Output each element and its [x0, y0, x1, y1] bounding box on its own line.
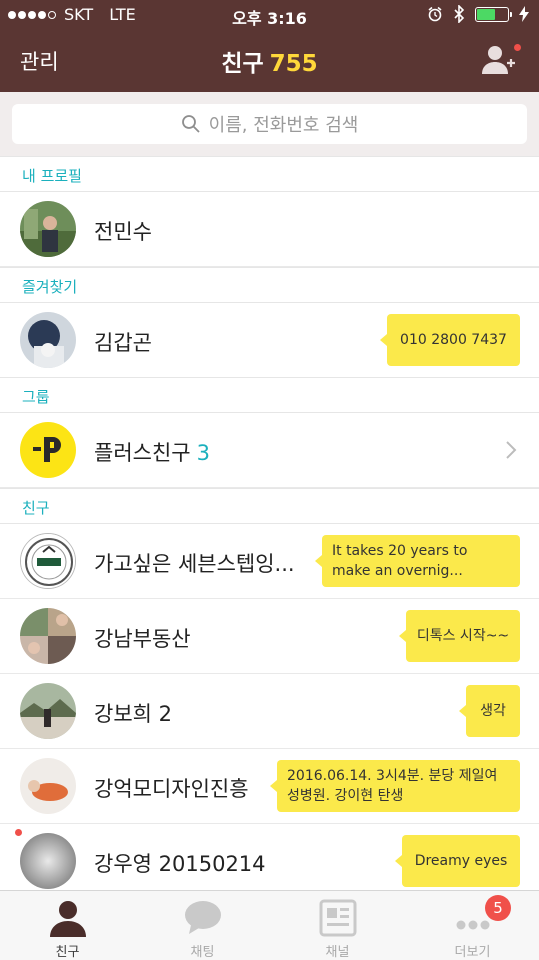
tab-chat[interactable]: 채팅	[135, 891, 270, 960]
friend-name: 전민수	[94, 220, 152, 244]
tab-friends[interactable]: 친구	[0, 891, 135, 960]
chevron-right-icon	[506, 441, 517, 459]
list-item[interactable]: 강억모디자인진흥 2016.06.14. 3시4분. 분당 제일여성병원. 강이…	[0, 749, 539, 824]
bluetooth-icon	[454, 5, 465, 23]
plus-friend-group-row[interactable]: 플러스친구 3	[0, 413, 539, 488]
avatar	[20, 833, 76, 889]
tab-label: 친구	[55, 945, 80, 960]
plus-friend-icon	[20, 422, 76, 478]
friend-name: 김갑곤	[94, 331, 152, 355]
news-icon	[319, 899, 356, 937]
search-icon	[181, 115, 200, 133]
battery-icon	[475, 6, 512, 22]
add-friend-icon	[482, 46, 515, 74]
status-bar: SKT LTE 오후 3:16	[0, 0, 539, 30]
group-label: 플러스친구	[94, 441, 191, 465]
section-header-friends: 친구	[0, 488, 539, 524]
search-placeholder: 이름, 전화번호 검색	[208, 115, 359, 136]
charging-icon	[519, 6, 529, 22]
new-friend-dot	[15, 829, 22, 836]
section-header-my-profile: 내 프로필	[0, 156, 539, 192]
friend-name: 강억모디자인진흥	[94, 777, 249, 801]
group-name: 플러스친구 3	[94, 437, 210, 467]
notification-badge: 5	[485, 895, 511, 921]
list-item[interactable]: 김갑곤 010 2800 7437	[0, 303, 539, 378]
status-message-bubble: It takes 20 years to make an overnig...	[315, 535, 520, 587]
status-message-bubble: 2016.06.14. 3시4분. 분당 제일여성병원. 강이현 탄생	[270, 760, 520, 812]
tab-label: 채팅	[190, 945, 215, 960]
section-header-group: 그룹	[0, 377, 539, 413]
list-item[interactable]: 강보희 2 생각	[0, 674, 539, 749]
avatar	[20, 683, 76, 739]
friend-name: 강우영 20150214	[94, 852, 266, 876]
status-message-bubble: 생각	[459, 685, 520, 737]
status-message-bubble: 010 2800 7437	[380, 314, 520, 366]
tab-label: 채널	[325, 945, 350, 960]
list-item[interactable]: 가고싶은 세븐스텝잉... It takes 20 years to make …	[0, 524, 539, 599]
avatar	[20, 608, 76, 664]
chat-bubble-icon	[184, 901, 221, 934]
avatar	[20, 201, 76, 257]
friend-count: 755	[269, 51, 318, 77]
tab-more[interactable]: 5 더보기	[405, 891, 539, 960]
navigation-header: 관리 친구 755	[0, 30, 539, 92]
section-label: 즐겨찾기	[22, 278, 78, 296]
status-message-bubble: 디톡스 시작~~	[399, 610, 520, 662]
section-header-favorites: 즐겨찾기	[0, 267, 539, 303]
add-friend-button[interactable]	[479, 42, 521, 78]
section-label: 내 프로필	[22, 167, 82, 185]
avatar	[20, 312, 76, 368]
group-count: 3	[196, 441, 210, 465]
list-item[interactable]: 강우영 20150214 Dreamy eyes	[0, 824, 539, 899]
tab-label: 더보기	[454, 945, 491, 960]
section-label: 그룹	[22, 388, 50, 406]
person-icon	[49, 901, 86, 937]
page-title: 친구 755	[0, 44, 539, 78]
avatar	[20, 758, 76, 814]
alarm-icon	[428, 6, 442, 22]
notification-dot	[514, 44, 521, 51]
friend-name: 강보희 2	[94, 702, 172, 726]
status-message-bubble: Dreamy eyes	[395, 835, 520, 887]
my-profile-row[interactable]: 전민수	[0, 192, 539, 267]
page-title-label: 친구	[221, 51, 264, 77]
search-input[interactable]: 이름, 전화번호 검색	[12, 104, 527, 144]
list-item[interactable]: 강남부동산 디톡스 시작~~	[0, 599, 539, 674]
avatar	[20, 533, 76, 589]
friend-name: 가고싶은 세븐스텝잉...	[94, 552, 295, 576]
search-area: 이름, 전화번호 검색	[0, 92, 539, 156]
friend-name: 강남부동산	[94, 627, 191, 651]
bottom-tab-bar: 친구 채팅 채널 5 더보기	[0, 890, 539, 960]
section-label: 친구	[22, 499, 50, 517]
tab-channel[interactable]: 채널	[270, 891, 405, 960]
